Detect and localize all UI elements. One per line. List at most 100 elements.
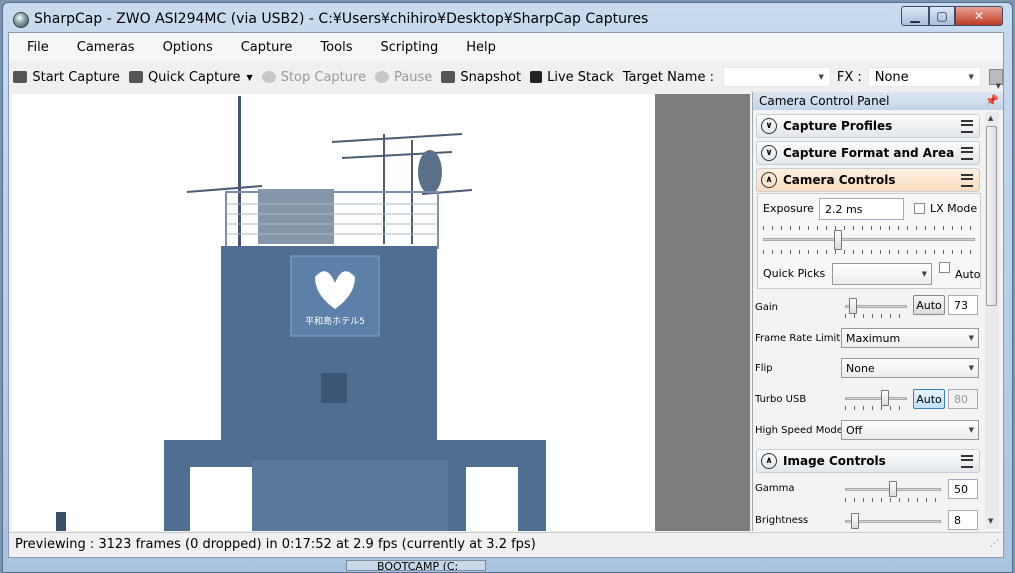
section-camera-controls[interactable]: ∧ Camera Controls bbox=[756, 168, 980, 192]
turbo-usb-label: Turbo USB bbox=[755, 394, 807, 405]
turbo-usb-auto-button[interactable]: Auto bbox=[913, 389, 945, 409]
preview-image: 平和島ホテル5 bbox=[12, 94, 655, 531]
scroll-down-icon[interactable]: ▼ bbox=[988, 517, 993, 525]
quick-picks-label: Quick Picks bbox=[763, 267, 826, 280]
section-image-controls[interactable]: ∧ Image Controls bbox=[756, 449, 980, 473]
menu-help[interactable]: Help bbox=[448, 40, 506, 55]
scrollbar-thumb[interactable] bbox=[986, 126, 997, 306]
brightness-slider-thumb[interactable] bbox=[851, 513, 859, 529]
gain-ticks bbox=[845, 314, 907, 318]
stop-capture-button[interactable]: Stop Capture bbox=[261, 70, 366, 85]
chevron-down-icon: ▼ bbox=[818, 73, 824, 81]
stop-icon bbox=[261, 71, 276, 83]
menu-bar: File Cameras Options Capture Tools Scrip… bbox=[9, 33, 1003, 61]
live-stack-icon bbox=[530, 71, 543, 83]
menu-scripting[interactable]: Scripting bbox=[362, 40, 448, 55]
panel-title: Camera Control Panel bbox=[759, 94, 890, 108]
gain-auto-button[interactable]: Auto bbox=[913, 295, 945, 315]
chevron-down-icon[interactable]: ▼ bbox=[247, 73, 253, 82]
client-area: File Cameras Options Capture Tools Scrip… bbox=[8, 32, 1004, 558]
camera-icon bbox=[13, 71, 28, 83]
close-button[interactable]: ✕ bbox=[955, 6, 1003, 26]
toolbar-overflow-icon[interactable]: ▼ bbox=[996, 82, 1001, 90]
flip-label: Flip bbox=[755, 363, 773, 374]
exposure-input[interactable]: 2.2 ms bbox=[819, 198, 904, 220]
target-name-combobox[interactable]: ▼ bbox=[722, 67, 831, 87]
window-title: SharpCap - ZWO ASI294MC (via USB2) - C:¥… bbox=[34, 11, 649, 27]
gain-slider-thumb[interactable] bbox=[849, 298, 857, 314]
quick-picks-select[interactable]: ▼ bbox=[832, 263, 932, 285]
menu-file[interactable]: File bbox=[9, 40, 59, 55]
turbo-usb-slider-thumb[interactable] bbox=[881, 390, 889, 406]
exposure-label: Exposure bbox=[763, 202, 814, 215]
gamma-slider-thumb[interactable] bbox=[889, 481, 897, 497]
turbo-usb-slider-track[interactable] bbox=[845, 397, 907, 400]
sharpcap-app-icon bbox=[13, 12, 29, 28]
chevron-up-icon: ∧ bbox=[761, 172, 777, 188]
fx-combobox[interactable]: None ▼ bbox=[867, 67, 981, 87]
target-name-label: Target Name : bbox=[622, 69, 714, 85]
gain-value-input[interactable]: 73 bbox=[948, 295, 978, 315]
status-text: Previewing : 3123 frames (0 dropped) in … bbox=[15, 537, 536, 552]
pause-icon bbox=[375, 71, 390, 83]
hamburger-menu-icon[interactable] bbox=[961, 146, 973, 160]
start-capture-button[interactable]: Start Capture bbox=[13, 70, 120, 85]
gamma-ticks bbox=[845, 498, 941, 502]
camera-preview[interactable]: 平和島ホテル5 bbox=[12, 94, 655, 531]
fx-label: FX : bbox=[836, 69, 862, 85]
hamburger-menu-icon[interactable] bbox=[961, 119, 973, 133]
resize-grip-icon[interactable]: ⋰ bbox=[990, 539, 999, 549]
quick-picks-auto-checkbox[interactable] bbox=[939, 262, 950, 273]
toolbar: Start Capture Quick Capture ▼ Stop Captu… bbox=[9, 62, 1003, 92]
title-bar[interactable]: SharpCap - ZWO ASI294MC (via USB2) - C:¥… bbox=[3, 3, 1012, 33]
live-stack-button[interactable]: Live Stack bbox=[530, 70, 614, 85]
gamma-value-input[interactable]: 50 bbox=[948, 479, 978, 499]
quick-picks-auto-label: Auto bbox=[955, 268, 981, 281]
preview-background bbox=[655, 94, 750, 531]
brightness-slider-track[interactable] bbox=[845, 520, 941, 523]
exposure-slider-track[interactable] bbox=[763, 238, 975, 241]
camera-icon bbox=[128, 71, 143, 83]
turbo-usb-ticks bbox=[845, 406, 907, 410]
chevron-down-icon: ▼ bbox=[968, 73, 974, 81]
exposure-slider-thumb[interactable] bbox=[834, 230, 842, 250]
quick-capture-button[interactable]: Quick Capture ▼ bbox=[128, 70, 253, 85]
section-capture-format[interactable]: ∨ Capture Format and Area bbox=[756, 141, 980, 165]
menu-options[interactable]: Options bbox=[145, 40, 223, 55]
status-bar: Previewing : 3123 frames (0 dropped) in … bbox=[9, 532, 1003, 556]
chevron-up-icon: ∧ bbox=[761, 453, 777, 469]
window-controls: ▁ ▢ ✕ bbox=[901, 6, 1005, 26]
turbo-usb-value-input[interactable]: 80 bbox=[948, 389, 978, 409]
snapshot-icon bbox=[441, 71, 456, 83]
chevron-down-icon: ▼ bbox=[968, 426, 974, 434]
pin-icon[interactable]: 📌 bbox=[985, 94, 999, 107]
section-capture-profiles[interactable]: ∨ Capture Profiles bbox=[756, 114, 980, 138]
chevron-down-icon: ∨ bbox=[761, 145, 777, 161]
fx-value: None bbox=[874, 69, 909, 85]
high-speed-mode-label: High Speed Mode bbox=[755, 425, 843, 436]
minimize-button[interactable]: ▁ bbox=[901, 6, 929, 26]
chevron-down-icon: ▼ bbox=[921, 270, 927, 278]
high-speed-mode-select[interactable]: Off ▼ bbox=[841, 420, 979, 440]
menu-cameras[interactable]: Cameras bbox=[59, 40, 145, 55]
menu-capture[interactable]: Capture bbox=[223, 40, 303, 55]
brightness-value-input[interactable]: 8 bbox=[948, 510, 978, 530]
taskbar-button[interactable]: BOOTCAMP (C: bbox=[346, 560, 486, 571]
menu-tools[interactable]: Tools bbox=[302, 40, 362, 55]
camera-control-panel: Camera Control Panel 📌 ∨ Capture Profile… bbox=[752, 92, 1003, 531]
panel-scrollbar[interactable]: ▲ ▼ bbox=[985, 112, 999, 529]
chevron-down-icon: ▼ bbox=[968, 364, 974, 372]
hamburger-menu-icon[interactable] bbox=[961, 454, 973, 468]
snapshot-button[interactable]: Snapshot bbox=[441, 70, 521, 85]
pause-button[interactable]: Pause bbox=[375, 70, 432, 85]
maximize-button[interactable]: ▢ bbox=[929, 6, 955, 26]
sign-text: 平和島ホテル5 bbox=[305, 315, 365, 327]
flip-select[interactable]: None ▼ bbox=[841, 358, 979, 378]
scroll-up-icon[interactable]: ▲ bbox=[988, 114, 993, 122]
lx-mode-label: LX Mode bbox=[930, 202, 978, 215]
hamburger-menu-icon[interactable] bbox=[961, 173, 973, 187]
gamma-label: Gamma bbox=[755, 483, 795, 494]
exposure-ticks-top bbox=[763, 226, 975, 230]
frame-rate-select[interactable]: Maximum ▼ bbox=[841, 328, 979, 348]
lx-mode-checkbox[interactable] bbox=[914, 203, 925, 214]
